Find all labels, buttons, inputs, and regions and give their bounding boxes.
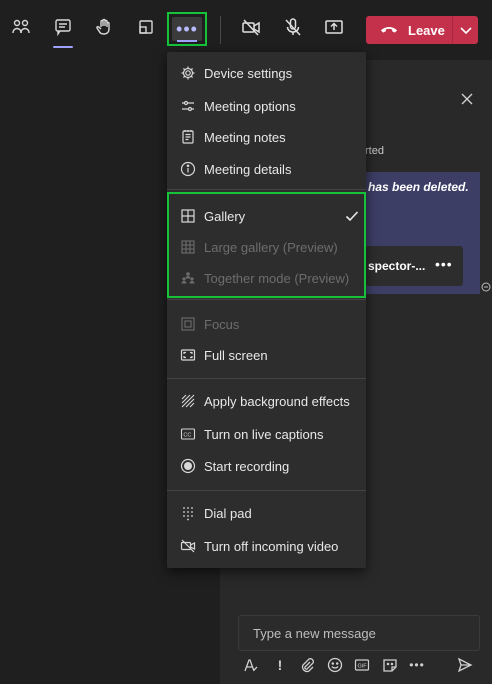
people-button[interactable] bbox=[5, 13, 37, 45]
meeting-toolbar: ••• Leave bbox=[0, 0, 492, 60]
leave-options-button[interactable] bbox=[453, 23, 478, 38]
menu-item-live-captions[interactable]: CC Turn on live captions bbox=[167, 419, 366, 449]
chat-icon bbox=[53, 17, 73, 42]
menu-divider bbox=[167, 299, 366, 300]
leave-label: Leave bbox=[408, 22, 445, 38]
share-screen-button[interactable] bbox=[318, 13, 350, 45]
share-screen-icon bbox=[324, 17, 344, 42]
menu-item-full-screen[interactable]: Full screen bbox=[167, 340, 366, 370]
raise-hand-icon bbox=[94, 17, 114, 42]
card-more-options-icon[interactable]: ••• bbox=[435, 256, 453, 272]
active-indicator bbox=[177, 40, 197, 42]
gear-icon bbox=[180, 65, 196, 81]
menu-item-label: Dial pad bbox=[204, 505, 252, 521]
menu-item-meeting-notes[interactable]: Meeting notes bbox=[167, 122, 366, 152]
menu-item-device-settings[interactable]: Device settings bbox=[167, 58, 366, 88]
menu-item-label: Meeting details bbox=[204, 161, 292, 177]
format-icon[interactable] bbox=[242, 656, 260, 674]
leave-button-group: Leave bbox=[366, 16, 478, 44]
record-icon bbox=[180, 458, 196, 474]
menu-item-dial-pad[interactable]: Dial pad bbox=[167, 498, 366, 528]
attach-icon[interactable] bbox=[298, 656, 316, 674]
breakout-rooms-button[interactable] bbox=[130, 13, 162, 45]
emoji-icon[interactable] bbox=[326, 656, 344, 674]
gif-icon[interactable]: GIF bbox=[353, 656, 371, 674]
inspector-card-title: spector-... bbox=[368, 259, 426, 273]
chevron-down-icon bbox=[459, 23, 472, 38]
camera-off-icon bbox=[241, 17, 261, 42]
menu-item-label: Meeting notes bbox=[204, 129, 286, 145]
menu-item-meeting-options[interactable]: Meeting options bbox=[167, 91, 366, 121]
camera-toggle-button[interactable] bbox=[235, 13, 267, 45]
chat-partial-text: rted bbox=[365, 145, 384, 157]
view-options-highlight bbox=[167, 192, 366, 298]
reaction-icon[interactable] bbox=[481, 279, 491, 292]
menu-item-label: Apply background effects bbox=[204, 393, 350, 409]
hang-up-icon bbox=[380, 23, 398, 38]
mic-toggle-button[interactable] bbox=[277, 13, 309, 45]
menu-item-label: Turn off incoming video bbox=[204, 538, 339, 554]
menu-item-label: Start recording bbox=[204, 458, 290, 474]
send-icon[interactable] bbox=[456, 656, 474, 674]
mic-off-icon bbox=[283, 17, 303, 42]
menu-item-turn-off-incoming-video[interactable]: Turn off incoming video bbox=[167, 531, 366, 561]
deleted-message-text: has been deleted. bbox=[368, 180, 469, 194]
more-options-icon[interactable]: ••• bbox=[408, 656, 426, 674]
close-icon[interactable] bbox=[460, 92, 474, 106]
breakout-rooms-icon bbox=[136, 17, 156, 42]
menu-divider bbox=[167, 378, 366, 379]
sticker-icon[interactable] bbox=[381, 656, 399, 674]
svg-text:CC: CC bbox=[183, 433, 191, 439]
more-actions-menu: Device settings Meeting options Meeting … bbox=[167, 52, 366, 568]
svg-text:GIF: GIF bbox=[358, 664, 368, 670]
menu-item-label: Meeting options bbox=[204, 98, 296, 114]
message-compose-box[interactable]: Type a new message bbox=[238, 615, 480, 651]
menu-item-focus: Focus bbox=[167, 309, 366, 339]
menu-item-background-effects[interactable]: Apply background effects bbox=[167, 386, 366, 416]
focus-icon bbox=[180, 316, 196, 332]
more-actions-button[interactable]: ••• bbox=[167, 12, 207, 46]
toolbar-divider bbox=[220, 16, 221, 44]
chat-button[interactable] bbox=[47, 13, 79, 48]
people-icon bbox=[11, 17, 31, 42]
sliders-icon bbox=[180, 98, 196, 114]
menu-item-start-recording[interactable]: Start recording bbox=[167, 451, 366, 481]
menu-item-label: Turn on live captions bbox=[204, 426, 324, 442]
menu-divider bbox=[167, 490, 366, 491]
active-tab-indicator bbox=[53, 46, 73, 48]
menu-item-label: Full screen bbox=[204, 347, 268, 363]
video-off-icon bbox=[180, 538, 196, 554]
full-screen-icon bbox=[180, 347, 196, 363]
more-actions-icon: ••• bbox=[176, 19, 198, 39]
notes-icon bbox=[180, 129, 196, 145]
raise-hand-button[interactable] bbox=[88, 13, 120, 45]
menu-divider bbox=[167, 189, 366, 190]
compose-toolbar: ! GIF ••• bbox=[240, 656, 480, 676]
menu-item-meeting-details[interactable]: Meeting details bbox=[167, 154, 366, 184]
menu-item-label: Focus bbox=[204, 316, 240, 332]
menu-item-label: Device settings bbox=[204, 65, 293, 81]
background-effects-icon bbox=[180, 393, 196, 409]
dial-pad-icon bbox=[180, 505, 196, 521]
captions-icon: CC bbox=[180, 426, 196, 442]
compose-placeholder: Type a new message bbox=[253, 625, 376, 641]
important-icon[interactable]: ! bbox=[271, 656, 289, 674]
info-icon bbox=[180, 161, 196, 177]
leave-button[interactable]: Leave bbox=[366, 23, 452, 38]
